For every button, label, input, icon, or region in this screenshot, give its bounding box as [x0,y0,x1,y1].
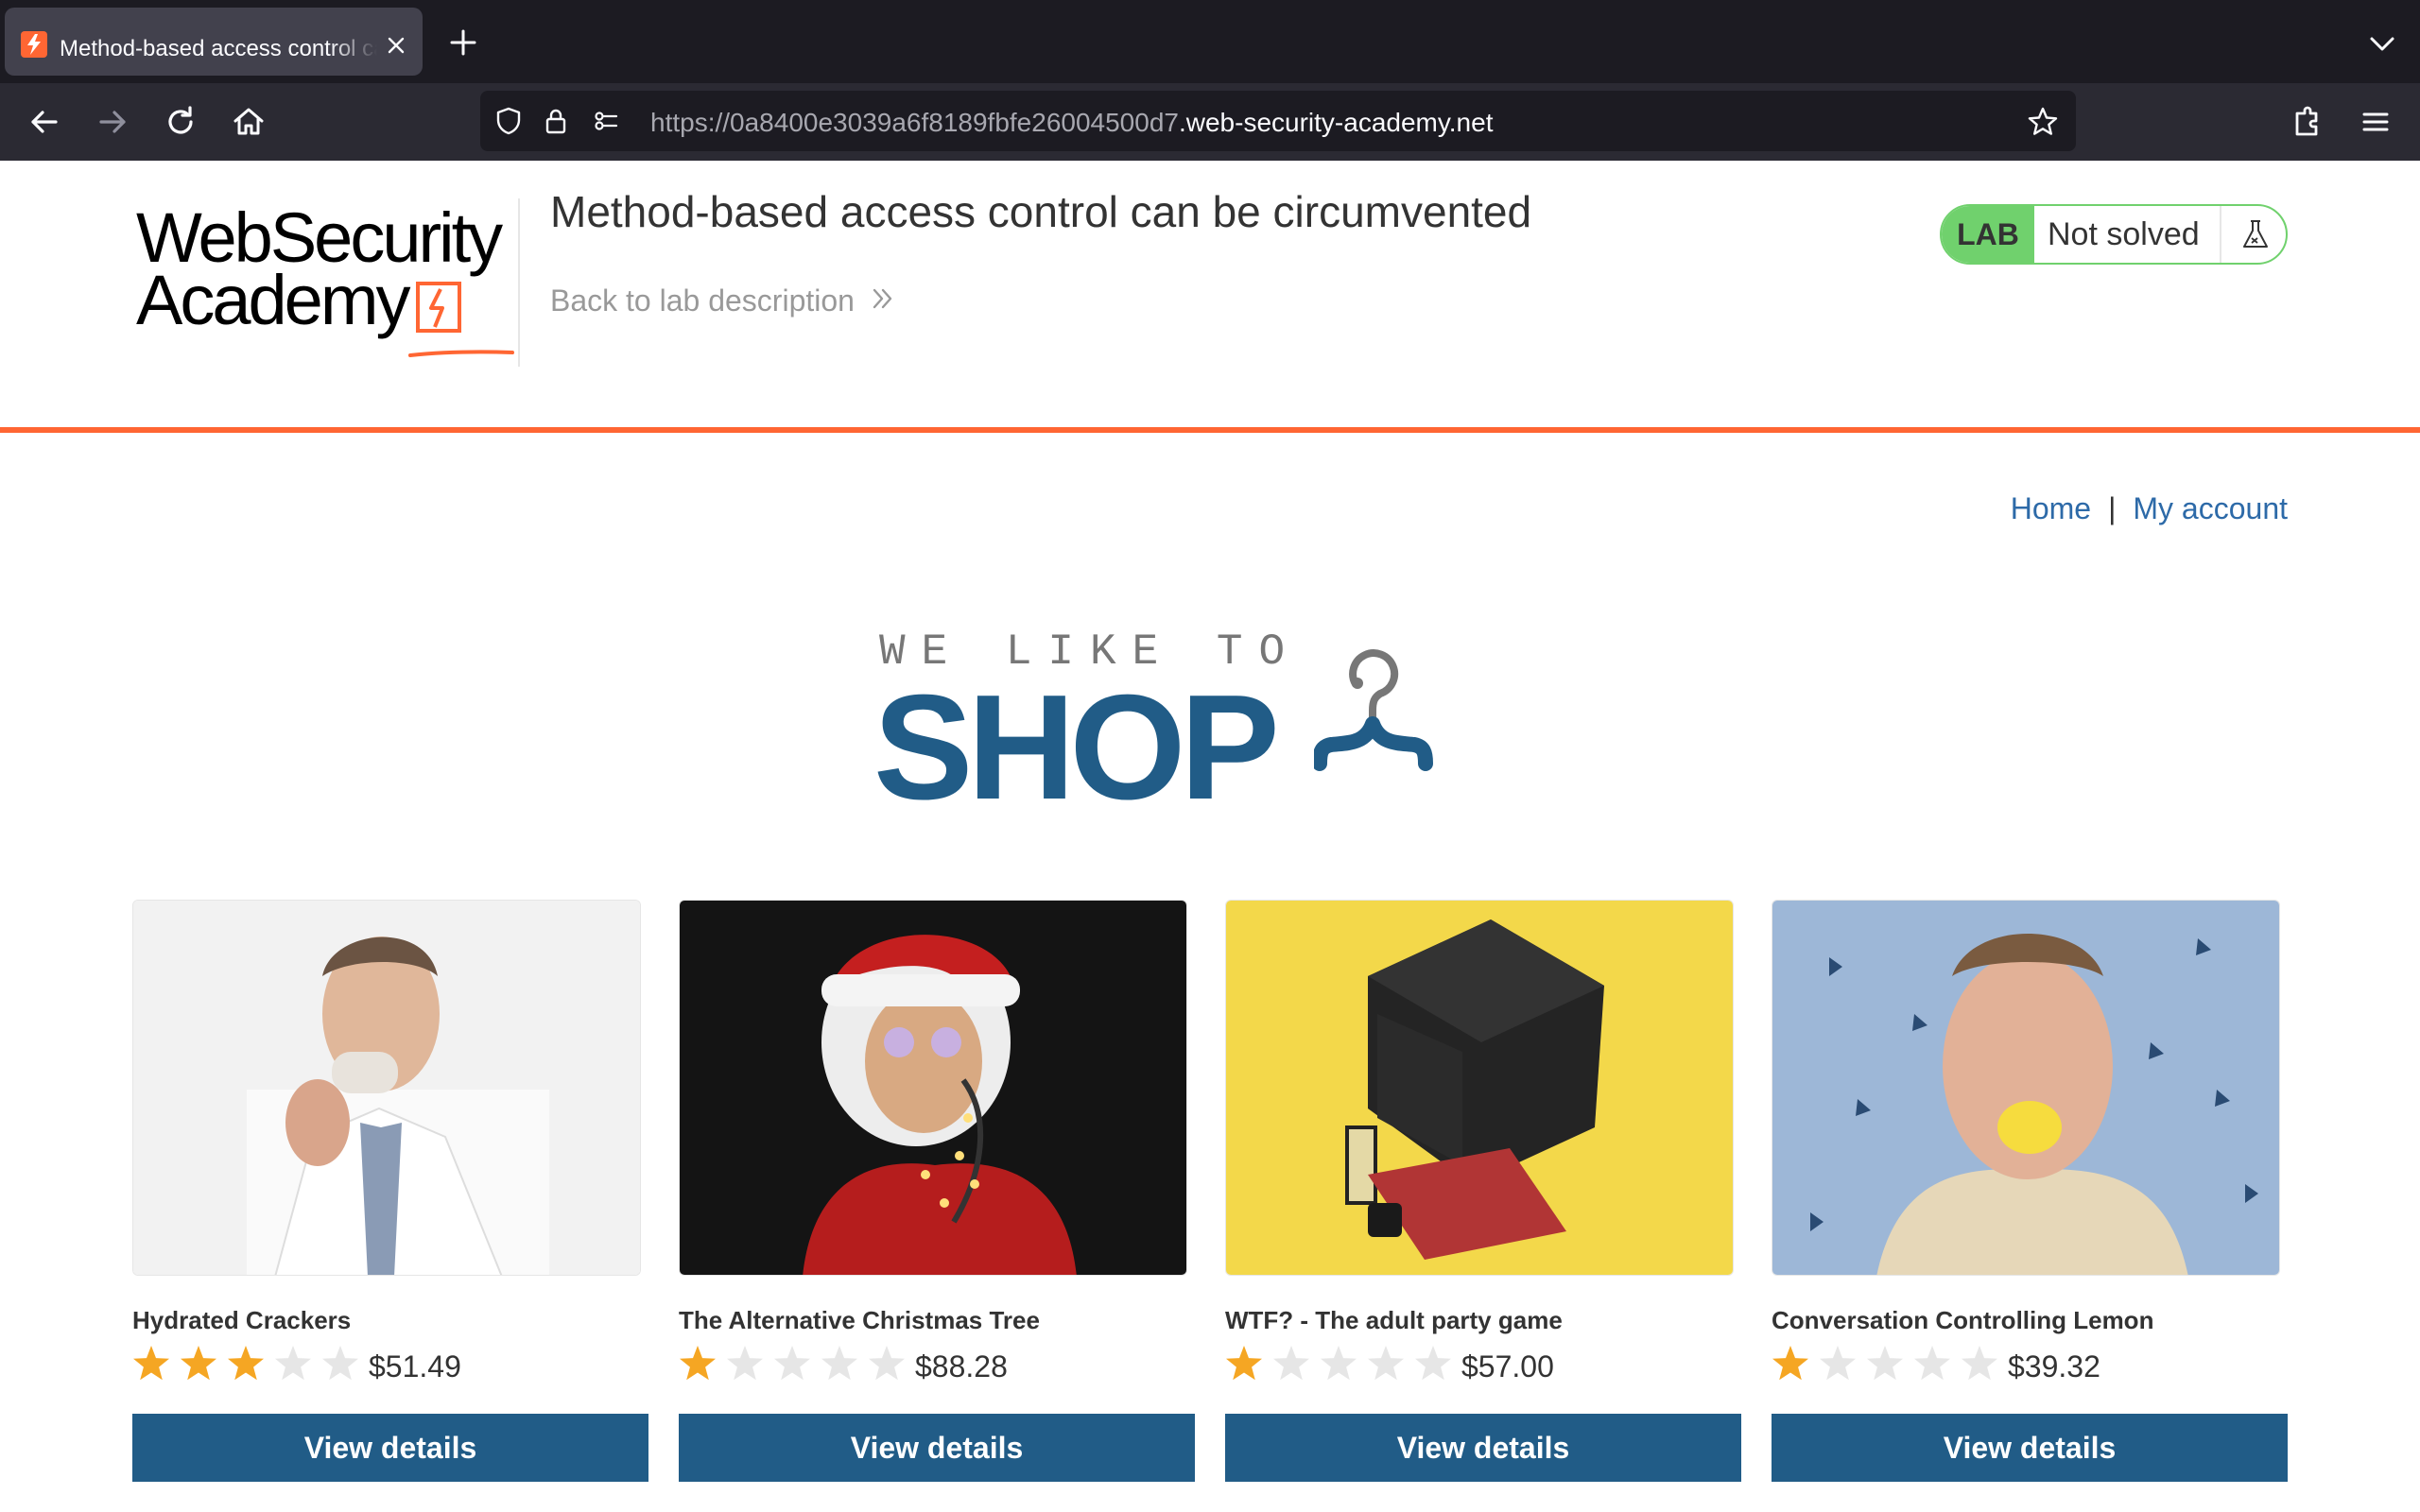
product-image [679,900,1187,1276]
star-filled-icon [133,1346,169,1381]
chevron-down-icon[interactable] [2363,25,2401,62]
home-icon[interactable] [227,100,270,144]
header-orange-rule [0,427,2420,433]
back-to-description-link[interactable]: Back to lab description [550,282,855,319]
url-domain: .web-security-academy.net [1178,108,1494,137]
star-filled-icon [228,1346,264,1381]
star-empty-icon [1820,1346,1856,1381]
product-image [132,900,641,1276]
flask-icon [2238,217,2273,251]
star-empty-icon [1368,1346,1404,1381]
forward-arrow-icon[interactable] [91,100,134,144]
star-empty-icon [727,1346,763,1381]
star-empty-icon [821,1346,857,1381]
address-bar[interactable]: https://0a8400e3039a6f8189fbfe26004500d7… [480,91,2076,151]
double-chevron-icon[interactable] [870,285,896,312]
url-prefix: https://0a8400e3039a6f8189fbfe26004500d7 [650,108,1179,137]
rating-stars [133,1346,358,1381]
lab-header: WebSecurity Academy Method-based access … [0,161,2420,433]
star-filled-icon [680,1346,716,1381]
hanger-icon [1314,649,1433,771]
web-security-academy-logo[interactable]: WebSecurity Academy [132,198,529,357]
product-name: The Alternative Christmas Tree [679,1306,1040,1334]
view-details-button[interactable]: View details [1225,1414,1741,1482]
product-name: Hydrated Crackers [132,1306,352,1334]
star-empty-icon [869,1346,905,1381]
rating-stars [1226,1346,1451,1381]
logo-line-2: Academy [136,261,410,339]
rating-stars [1772,1346,1997,1381]
view-details-button[interactable]: View details [679,1414,1195,1482]
plus-icon[interactable] [444,24,482,61]
view-details-button[interactable]: View details [132,1414,648,1482]
product-price: $51.49 [369,1349,461,1383]
badge-divider [2220,206,2221,263]
close-icon[interactable] [381,30,411,60]
product-name: WTF? - The adult party game [1225,1306,1563,1334]
lab-title: Method-based access control can be circu… [550,187,1532,236]
star-empty-icon [1273,1346,1309,1381]
product-price: $88.28 [915,1349,1008,1383]
product-price: $39.32 [2008,1349,2100,1383]
product-name: Conversation Controlling Lemon [1772,1306,2154,1334]
reload-icon[interactable] [159,100,202,144]
lab-status-text: Not solved [2048,216,2200,252]
shop-banner: WE LIKE TO SHOP [870,614,1550,828]
lock-icon[interactable] [541,106,571,136]
lab-status-badge: LAB Not solved [1940,204,2288,265]
product-price: $57.00 [1461,1349,1554,1383]
star-empty-icon [322,1346,358,1381]
extensions-icon[interactable] [2286,100,2329,144]
url-text[interactable]: https://0a8400e3039a6f8189fbfe26004500d7… [650,108,1493,138]
star-empty-icon [1962,1346,1997,1381]
lab-badge-label: LAB [1942,206,2034,263]
home-link[interactable]: Home [2011,491,2091,525]
product-image [1772,900,2280,1276]
star-empty-icon [1321,1346,1357,1381]
lightning-icon [21,31,47,58]
product-image [1225,900,1734,1276]
tab-bar: Method-based access control can be circu… [0,0,2420,83]
star-empty-icon [1914,1346,1950,1381]
star-empty-icon [1415,1346,1451,1381]
star-empty-icon [774,1346,810,1381]
star-empty-icon [1867,1346,1903,1381]
header-divider [518,198,520,367]
star-filled-icon [1772,1346,1808,1381]
rating-stars [680,1346,905,1381]
logo-box-icon [416,282,461,333]
permissions-icon[interactable] [590,106,620,136]
back-arrow-icon[interactable] [23,100,66,144]
star-icon[interactable] [2027,106,2059,138]
menu-icon[interactable] [2354,100,2397,144]
tab-title: Method-based access control can be circu… [60,36,377,61]
banner-headline: SHOP [873,664,1280,831]
star-filled-icon [1226,1346,1262,1381]
top-navigation: Home | My account [1985,490,2288,527]
active-tab[interactable]: Method-based access control can be circu… [5,8,423,76]
shield-icon[interactable] [493,106,524,136]
star-empty-icon [275,1346,311,1381]
view-details-button[interactable]: View details [1772,1414,2288,1482]
my-account-link[interactable]: My account [2133,491,2288,525]
star-filled-icon [181,1346,216,1381]
nav-separator: | [2108,491,2117,525]
